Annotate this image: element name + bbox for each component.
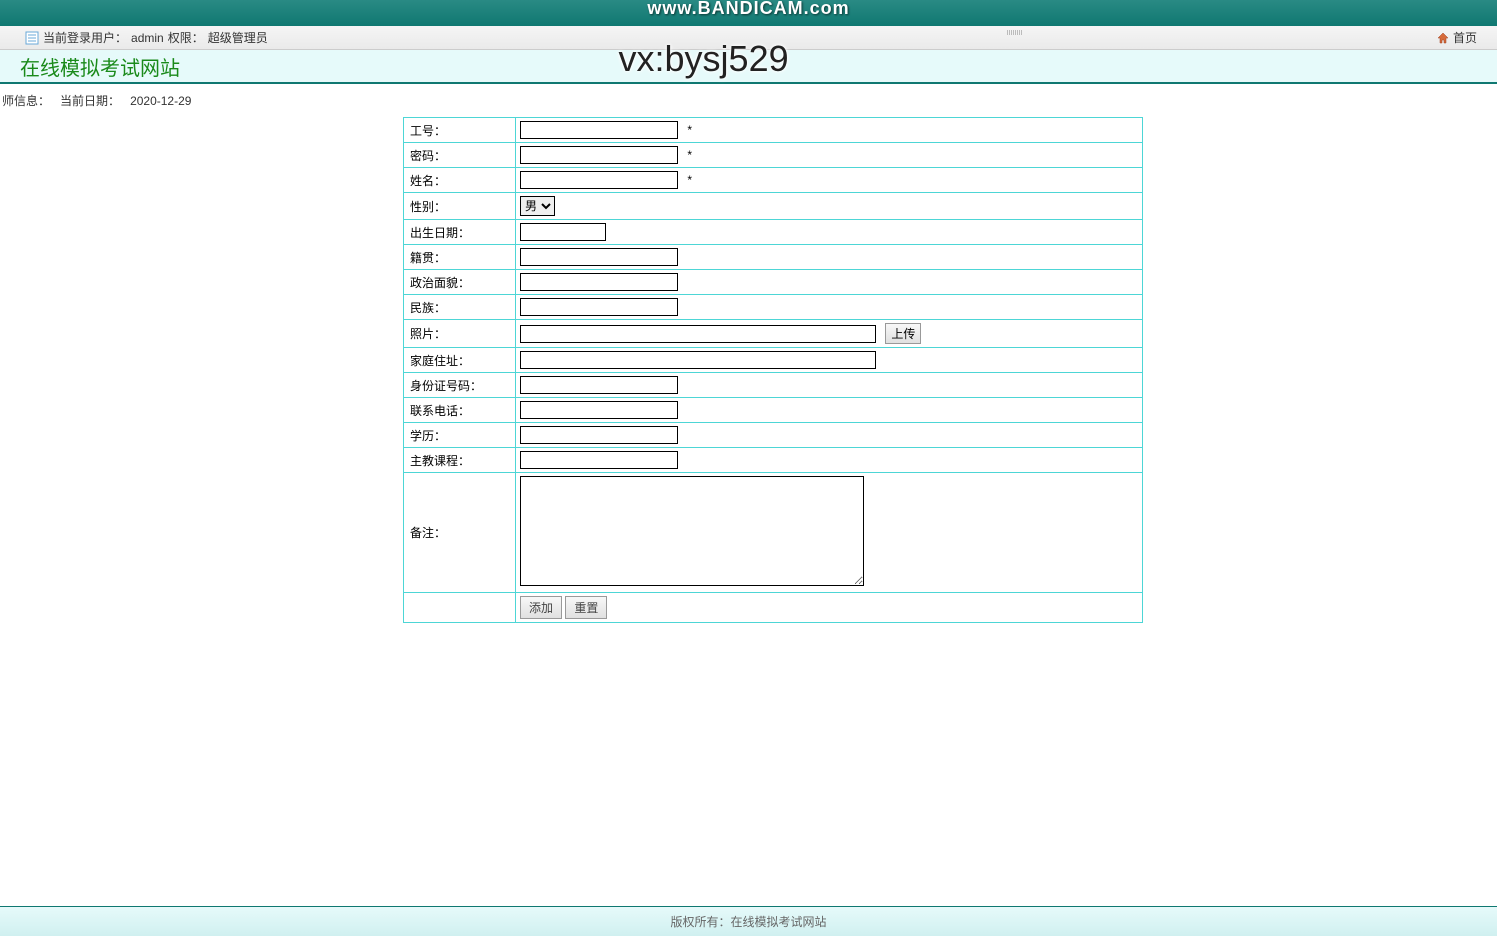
copyright-text: 在线模拟考试网站 — [731, 913, 827, 930]
breadcrumb-date-value: 2020-12-29 — [130, 94, 191, 108]
phone-input[interactable] — [520, 401, 678, 419]
top-bar: www.BANDICAM.com — [0, 0, 1497, 26]
emp-no-input[interactable] — [520, 121, 678, 139]
home-icon — [1436, 31, 1450, 45]
add-button[interactable]: 添加 — [520, 596, 562, 619]
username: admin — [131, 31, 164, 45]
footer: 版权所有： 在线模拟考试网站 — [0, 906, 1497, 936]
label-ethnicity: 民族： — [404, 295, 516, 320]
form-container: 工号： * 密码： * 姓名： * 性别： 男 — [403, 117, 1143, 623]
breadcrumb: 师信息： 当前日期： 2020-12-29 — [0, 84, 1497, 117]
photo-path-input[interactable] — [520, 325, 876, 343]
label-photo: 照片： — [404, 320, 516, 348]
required-mark: * — [687, 173, 692, 187]
label-idcard: 身份证号码： — [404, 373, 516, 398]
required-mark: * — [687, 148, 692, 162]
label-remark: 备注： — [404, 473, 516, 593]
label-address: 家庭住址： — [404, 348, 516, 373]
ethnicity-input[interactable] — [520, 298, 678, 316]
form-table: 工号： * 密码： * 姓名： * 性别： 男 — [403, 117, 1143, 623]
politics-input[interactable] — [520, 273, 678, 291]
label-actions — [404, 593, 516, 623]
birthdate-input[interactable] — [520, 223, 606, 241]
watermark-top: www.BANDICAM.com — [647, 0, 849, 19]
hometown-input[interactable] — [520, 248, 678, 266]
label-name: 姓名： — [404, 168, 516, 193]
role-value: 超级管理员 — [208, 29, 268, 46]
resize-grabber — [1007, 30, 1037, 36]
label-birthdate: 出生日期： — [404, 220, 516, 245]
label-gender: 性别： — [404, 193, 516, 220]
education-input[interactable] — [520, 426, 678, 444]
address-input[interactable] — [520, 351, 876, 369]
name-input[interactable] — [520, 171, 678, 189]
upload-button[interactable]: 上传 — [885, 323, 921, 344]
copyright-label: 版权所有： — [670, 913, 730, 930]
home-link[interactable]: 首页 — [1436, 29, 1477, 46]
password-input[interactable] — [520, 146, 678, 164]
required-mark: * — [687, 123, 692, 137]
role-label: 权限： — [168, 29, 204, 46]
label-politics: 政治面貌： — [404, 270, 516, 295]
idcard-input[interactable] — [520, 376, 678, 394]
user-label-prefix: 当前登录用户： — [43, 29, 127, 46]
site-title: 在线模拟考试网站 — [20, 52, 180, 81]
title-bar: 在线模拟考试网站 vx:bysj529 — [0, 50, 1497, 84]
user-info: 当前登录用户： admin 权限： 超级管理员 — [25, 29, 268, 46]
label-hometown: 籍贯： — [404, 245, 516, 270]
label-education: 学历： — [404, 423, 516, 448]
breadcrumb-date-label: 当前日期： — [60, 94, 120, 108]
gender-select[interactable]: 男 — [520, 196, 555, 216]
label-emp-no: 工号： — [404, 118, 516, 143]
label-course: 主教课程： — [404, 448, 516, 473]
header-info-bar: 当前登录用户： admin 权限： 超级管理员 首页 — [0, 26, 1497, 50]
breadcrumb-section: 师信息： — [2, 94, 50, 108]
remark-textarea[interactable] — [520, 476, 864, 586]
label-password: 密码： — [404, 143, 516, 168]
course-input[interactable] — [520, 451, 678, 469]
reset-button[interactable]: 重置 — [565, 596, 607, 619]
label-phone: 联系电话： — [404, 398, 516, 423]
page-icon — [25, 31, 39, 45]
home-label: 首页 — [1453, 29, 1477, 46]
